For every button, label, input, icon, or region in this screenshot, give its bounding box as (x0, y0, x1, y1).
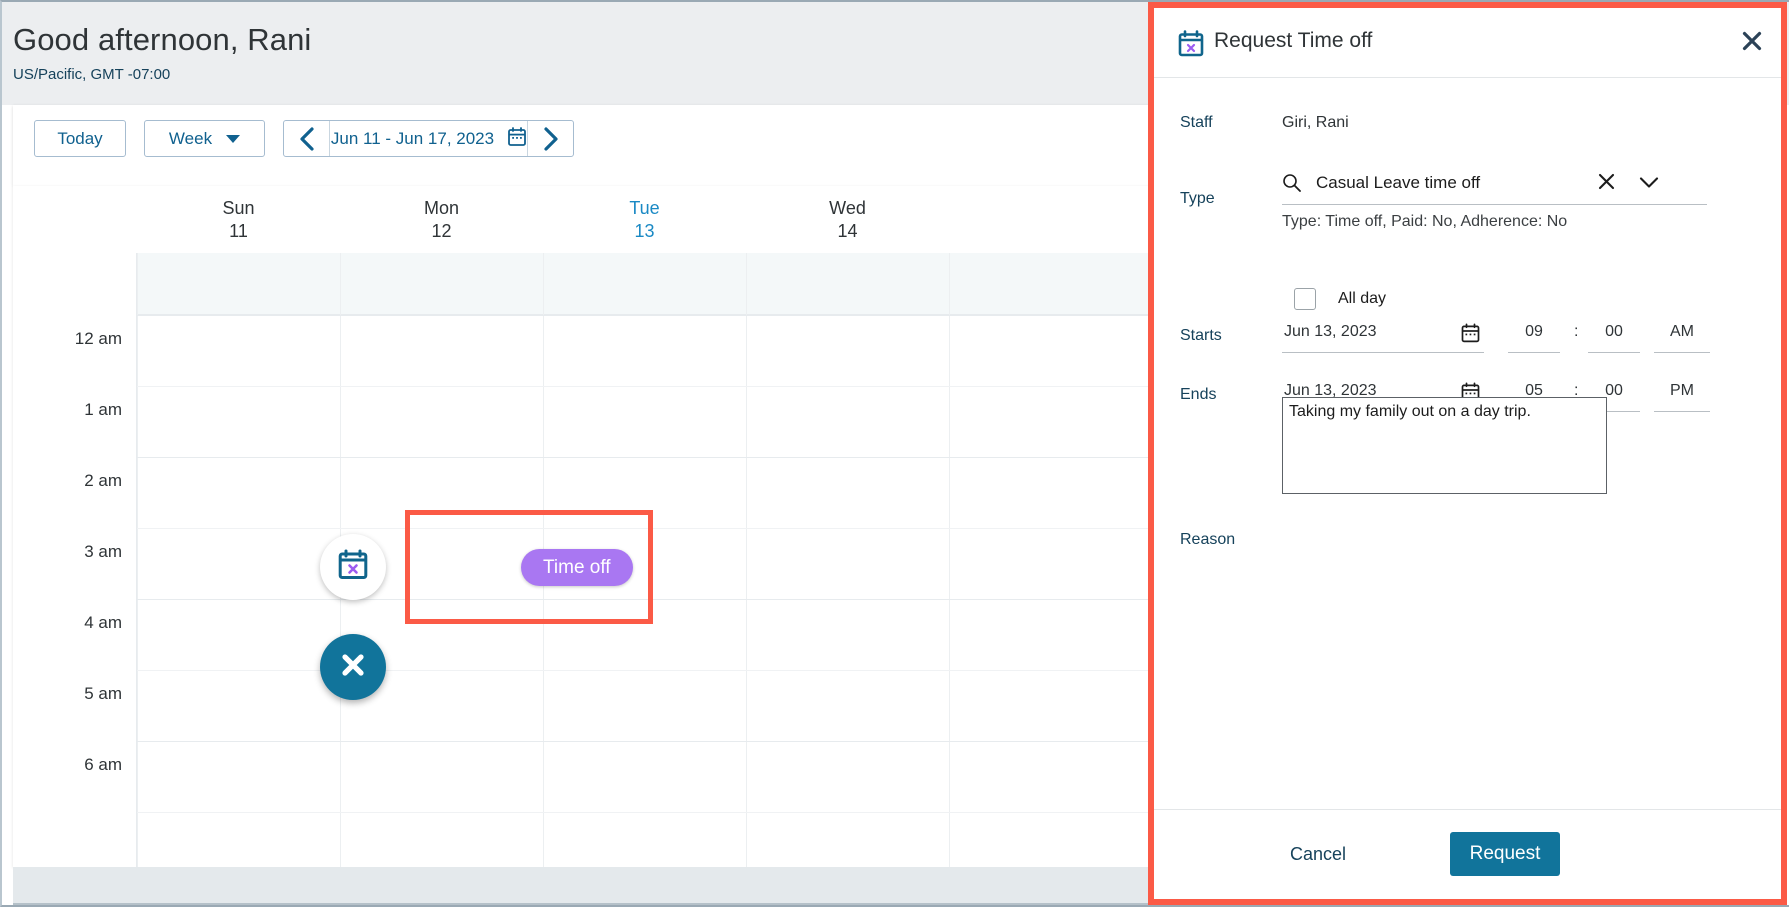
starts-hour-value: 09 (1525, 323, 1543, 340)
starts-meridiem-value: AM (1670, 323, 1694, 340)
cancel-button[interactable]: Cancel (1266, 835, 1370, 873)
day-header-mon[interactable]: Mon 12 (340, 197, 543, 243)
hour-label: 5 am (84, 684, 122, 703)
starts-date-input[interactable]: Jun 13, 2023 (1282, 319, 1484, 353)
hour-gutter: 12 am 1 am 2 am 3 am 4 am 5 am 6 am (13, 253, 137, 867)
calendar-x-icon (338, 549, 368, 585)
dismiss-event-button[interactable] (320, 634, 386, 700)
dialog-body: Staff Giri, Rani Type Casual Leave time … (1154, 79, 1781, 809)
today-button-label: Today (57, 128, 103, 148)
column-divider (746, 253, 747, 867)
type-metadata: Type: Time off, Paid: No, Adherence: No (1282, 213, 1568, 230)
calendar-icon[interactable] (1461, 323, 1480, 348)
hour-label: 1 am (84, 400, 122, 419)
day-name: Mon (423, 198, 459, 218)
day-header-tue[interactable]: Tue 13 (543, 197, 746, 243)
day-header-sun[interactable]: Sun 11 (137, 197, 340, 243)
timeoff-pill[interactable]: Time off (521, 549, 633, 586)
timeoff-event-icon-button[interactable] (320, 534, 386, 600)
day-header-wed[interactable]: Wed 14 (746, 197, 949, 243)
day-name: Tue (629, 198, 660, 218)
starts-date-value: Jun 13, 2023 (1284, 323, 1377, 340)
request-time-off-dialog: Request Time off Staff Giri, Rani Type C… (1148, 2, 1787, 905)
search-icon (1282, 173, 1301, 197)
hour-label: 3 am (84, 542, 122, 561)
hour-label: 12 am (74, 329, 122, 348)
date-range-button[interactable]: Jun 11 - Jun 17, 2023 (329, 121, 528, 156)
type-clear-button[interactable] (1597, 172, 1616, 196)
close-x-icon (337, 649, 369, 686)
dialog-close-button[interactable] (1737, 28, 1767, 58)
all-day-label: All day (1338, 290, 1387, 307)
type-select[interactable]: Casual Leave time off (1282, 167, 1707, 205)
day-name: Wed (829, 198, 866, 218)
request-button[interactable]: Request (1450, 832, 1560, 876)
timezone-label: US/Pacific, GMT -07:00 (13, 66, 171, 83)
view-select-label: Week (168, 128, 213, 148)
column-divider (949, 253, 950, 867)
ends-label: Ends (1180, 386, 1217, 403)
hour-label: 6 am (84, 755, 122, 774)
screen: Good afternoon, Rani US/Pacific, GMT -07… (0, 0, 1789, 907)
starts-minute-value: 00 (1605, 323, 1623, 340)
type-dropdown-button[interactable] (1639, 176, 1659, 194)
starts-label: Starts (1180, 327, 1222, 344)
day-name: Sun (222, 198, 255, 218)
type-label: Type (1180, 190, 1215, 207)
ends-meridiem-value: PM (1670, 382, 1694, 399)
calendar-x-icon (1178, 30, 1204, 62)
calendar-icon (508, 126, 526, 151)
ends-meridiem-input[interactable]: PM (1654, 378, 1710, 412)
day-number: 11 (229, 221, 248, 241)
view-select-button[interactable]: Week (144, 120, 265, 157)
type-value: Casual Leave time off (1316, 173, 1481, 192)
chevron-down-icon (226, 134, 241, 143)
close-x-icon (1741, 30, 1763, 57)
staff-label: Staff (1180, 114, 1213, 131)
starts-minute-input[interactable]: 00 (1588, 319, 1640, 353)
hour-label: 2 am (84, 471, 122, 490)
date-range-nav: Jun 11 - Jun 17, 2023 (283, 120, 574, 157)
dialog-title: Request Time off (1214, 29, 1373, 52)
staff-value: Giri, Rani (1282, 114, 1349, 131)
day-number: 12 (431, 221, 452, 241)
today-button[interactable]: Today (34, 120, 126, 157)
dialog-footer: Cancel Request (1154, 809, 1781, 899)
next-week-button[interactable] (528, 121, 573, 156)
hour-label: 4 am (84, 613, 122, 632)
page-title: Good afternoon, Rani (13, 22, 312, 57)
ends-minute-value: 00 (1605, 382, 1623, 399)
starts-hour-input[interactable]: 09 (1508, 319, 1560, 353)
starts-meridiem-input[interactable]: AM (1654, 319, 1710, 353)
day-number: 13 (634, 221, 655, 241)
dialog-header: Request Time off (1154, 8, 1781, 78)
all-day-checkbox[interactable] (1294, 288, 1316, 310)
column-divider (137, 253, 138, 867)
starts-time-separator: : (1574, 323, 1579, 340)
reason-label: Reason (1180, 531, 1236, 548)
prev-week-button[interactable] (284, 121, 329, 156)
day-number: 14 (837, 221, 858, 241)
date-range-label: Jun 11 - Jun 17, 2023 (330, 128, 495, 148)
timeoff-pill-label: Time off (543, 556, 611, 578)
reason-textarea[interactable] (1282, 397, 1607, 494)
